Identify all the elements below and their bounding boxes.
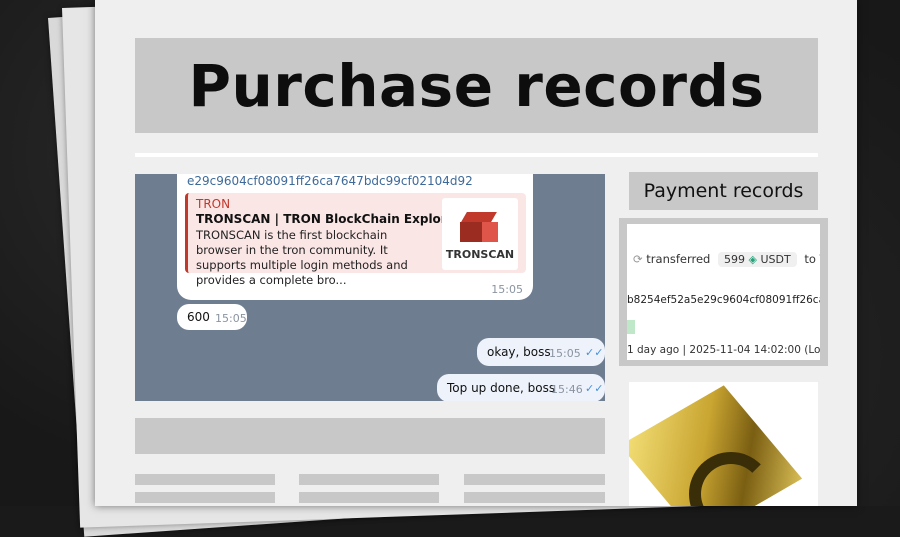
placeholder-line bbox=[135, 492, 275, 503]
link-preview[interactable]: TRON TRONSCAN | TRON BlockChain Explorer… bbox=[185, 193, 526, 273]
message-top-up-done: Top up done, boss 15:46 ✓✓ bbox=[437, 374, 605, 401]
message-text: 600 bbox=[187, 310, 210, 324]
page-title: Purchase records bbox=[188, 52, 764, 120]
transfer-row: ⟳ transferred 599 ◈ USDT to T bbox=[633, 252, 820, 267]
placeholder-line bbox=[464, 492, 605, 503]
token-name: USDT bbox=[761, 253, 791, 266]
payment-records-heading: Payment records bbox=[629, 172, 818, 210]
link-message: e29c9604cf08091ff26ca7647bdc99cf02104d92… bbox=[177, 174, 533, 300]
record-hash[interactable]: b8254ef52a5e29c9604cf08091ff26ca7647b bbox=[627, 294, 820, 306]
placeholder-line bbox=[464, 474, 605, 485]
transferred-label: transferred bbox=[646, 252, 710, 266]
placeholder-line bbox=[299, 474, 439, 485]
double-check-icon: ✓✓ bbox=[585, 382, 603, 395]
chat-screenshot: e29c9604cf08091ff26ca7647bdc99cf02104d92… bbox=[135, 174, 605, 401]
amount-value: 599 bbox=[724, 253, 745, 266]
preview-description: TRONSCAN is the first blockchain browser… bbox=[196, 228, 436, 288]
divider bbox=[135, 153, 818, 157]
payment-record: ⟳ transferred 599 ◈ USDT to T b8254ef52a… bbox=[627, 224, 820, 360]
placeholder-block bbox=[135, 418, 605, 454]
transfer-icon: ⟳ bbox=[633, 252, 643, 266]
title-band: Purchase records bbox=[135, 38, 818, 133]
preview-source: TRON bbox=[196, 197, 230, 211]
usdt-icon: ◈ bbox=[749, 253, 757, 266]
payment-heading-text: Payment records bbox=[644, 180, 804, 202]
message-time: 15:46 bbox=[551, 383, 583, 396]
amount-pill: 599 ◈ USDT bbox=[718, 252, 797, 267]
message-time: 15:05 bbox=[491, 283, 523, 296]
message-time: 15:05 bbox=[549, 347, 581, 360]
placeholder-line bbox=[135, 474, 275, 485]
message-okay-boss: okay, boss 15:05 ✓✓ bbox=[477, 338, 605, 366]
newspaper-sheet: Purchase records e29c9604cf08091ff26ca76… bbox=[95, 0, 857, 506]
message-600: 600 15:05 bbox=[177, 304, 247, 330]
gold-logo-card bbox=[629, 382, 818, 506]
preview-title: TRONSCAN | TRON BlockChain Explorer bbox=[196, 212, 461, 226]
placeholder-line bbox=[299, 492, 439, 503]
tronscan-logo-icon: TRONSCAN bbox=[442, 198, 518, 270]
thumb-label: TRONSCAN bbox=[442, 248, 518, 261]
to-label: to bbox=[804, 252, 816, 266]
payment-record-frame: ⟳ transferred 599 ◈ USDT to T b8254ef52a… bbox=[619, 218, 828, 366]
status-badge bbox=[627, 320, 635, 334]
double-check-icon: ✓✓ bbox=[585, 346, 603, 359]
transaction-hash[interactable]: e29c9604cf08091ff26ca7647bdc99cf02104d92 bbox=[187, 174, 473, 188]
message-text: Top up done, boss bbox=[447, 381, 555, 395]
message-text: okay, boss bbox=[487, 345, 551, 359]
message-time: 15:05 bbox=[215, 312, 247, 325]
record-date: 1 day ago | 2025-11-04 14:02:00 (Local) bbox=[627, 344, 820, 356]
